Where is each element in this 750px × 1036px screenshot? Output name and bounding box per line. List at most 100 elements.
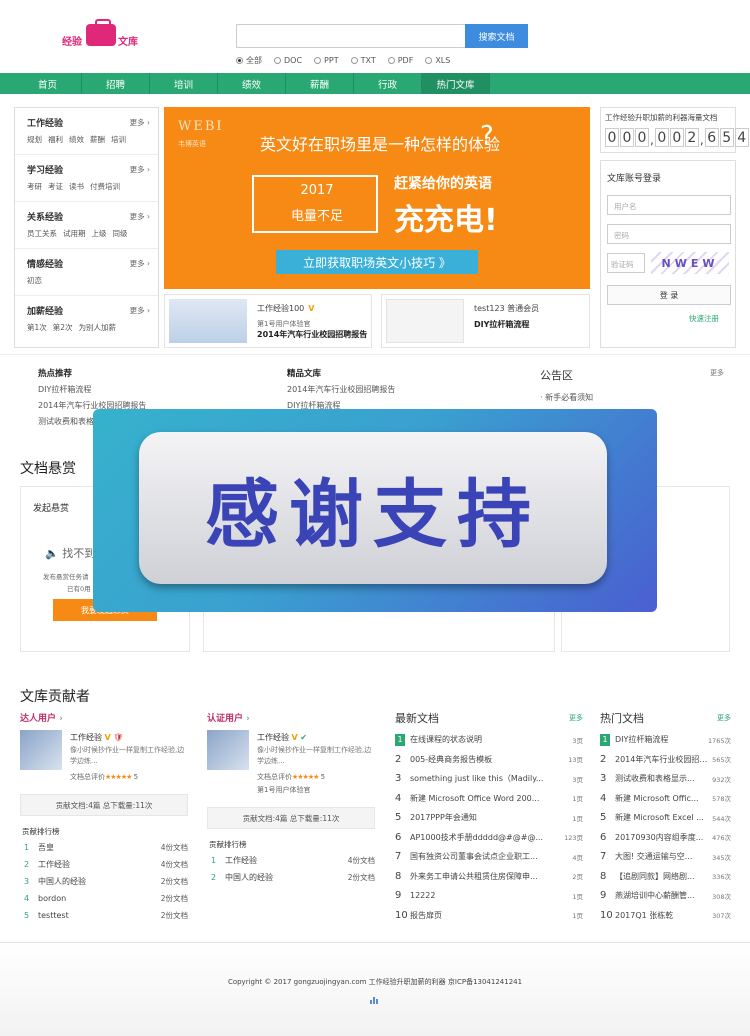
doc-link[interactable]: DIY拉杆箱流程 — [38, 384, 146, 395]
radio-txt[interactable]: TXT — [350, 55, 376, 66]
doc-row[interactable]: 1 在线课程的状态说明 3页 — [395, 730, 583, 750]
bounty-note: 发布悬赏任务请 — [43, 573, 89, 581]
search-button[interactable]: 搜索文档 — [465, 24, 528, 48]
category-link[interactable]: 同级 — [113, 228, 128, 239]
category-link[interactable]: 福利 — [48, 134, 63, 145]
doc-row[interactable]: 7 国有独资公司董事会试点企业职工... 4页 — [395, 847, 583, 867]
doc-title[interactable]: 2014年汽车行业校园招聘报告 — [257, 329, 367, 340]
more-link[interactable]: 更多 › — [130, 164, 150, 175]
banner-cta-button[interactable]: 立即获取职场英文小技巧 》 — [276, 250, 478, 274]
doc-thumbnail — [169, 299, 247, 343]
doc-link[interactable]: 2014年汽车行业校园招聘报告 — [287, 384, 395, 395]
counter-digit: 5 — [719, 128, 734, 147]
category-link[interactable]: 规划 — [27, 134, 42, 145]
doc-row[interactable]: 6 20170930内容组季度... 476次 — [600, 828, 731, 848]
nav-salary[interactable]: 薪酬 — [286, 73, 354, 94]
user-name[interactable]: 工作经验 — [257, 733, 289, 742]
banner-year: 2017 — [300, 183, 334, 198]
category-link[interactable]: 员工关系 — [27, 228, 57, 239]
radio-xls[interactable]: XLS — [425, 55, 450, 66]
rank-row[interactable]: 5 testtest 2份文档 — [24, 907, 188, 924]
notice-link[interactable]: · 新手必看须知 — [540, 392, 593, 403]
rank-row[interactable]: 4 bordon 2份文档 — [24, 890, 188, 907]
doc-row[interactable]: 2 005-经典商务报告模板 13页 — [395, 750, 583, 770]
doc-row[interactable]: 5 2017PPP年会通知 1页 — [395, 808, 583, 828]
more-link[interactable]: 更多 › — [130, 305, 150, 316]
expert-users-link[interactable]: 达人用户 › — [20, 711, 63, 724]
category-link[interactable]: 考研 — [27, 181, 42, 192]
more-link[interactable]: 更多 — [717, 713, 731, 723]
nav-hot-library[interactable]: 热门文库 — [422, 73, 490, 94]
doc-row[interactable]: 6 AP1000技术手册ddddd@#@#@... 123页 — [395, 828, 583, 848]
rank-row[interactable]: 1 吾皇 4份文档 — [24, 839, 188, 856]
category-link[interactable]: 第2次 — [53, 322, 73, 333]
doc-row[interactable]: 5 新建 Microsoft Excel ... 544次 — [600, 808, 731, 828]
doc-row[interactable]: 10 2017Q1 张栋乾 307次 — [600, 906, 731, 926]
rank-row[interactable]: 2 中国人的经验 2份文档 — [211, 869, 375, 886]
username-field[interactable]: 用户名 — [607, 195, 731, 215]
doc-row[interactable]: 9 12222 1页 — [395, 886, 583, 906]
rank-row[interactable]: 1 工作经验 4份文档 — [211, 852, 375, 869]
doc-row[interactable]: 8 【追剧同款】网络剧... 336次 — [600, 867, 731, 887]
password-field[interactable]: 密码 — [607, 224, 731, 244]
doc-row[interactable]: 1 DIY拉杆箱流程 1765次 — [600, 730, 731, 750]
bounty-note: 已有0用 — [67, 585, 91, 593]
category-link[interactable]: 初恋 — [27, 275, 42, 286]
nav-training[interactable]: 培训 — [150, 73, 218, 94]
category-link[interactable]: 培训 — [111, 134, 126, 145]
login-button[interactable]: 登 录 — [607, 285, 731, 305]
category-link[interactable]: 第1次 — [27, 322, 47, 333]
radio-ppt[interactable]: PPT — [314, 55, 339, 66]
doc-row[interactable]: 10 报告扉页 1页 — [395, 906, 583, 926]
featured-doc[interactable]: test123 普通会员 DIY拉杆箱流程 — [381, 294, 590, 348]
captcha-field[interactable]: 验证码 — [607, 253, 645, 273]
doc-row[interactable]: 22014年汽车行业校园招聘报告565次 — [600, 750, 731, 770]
notice-more-link[interactable]: 更多 — [710, 368, 724, 378]
category-link[interactable]: 付费培训 — [90, 181, 120, 192]
nav-admin[interactable]: 行政 — [354, 73, 422, 94]
more-link[interactable]: 更多 — [569, 713, 583, 723]
doc-row[interactable]: 3 测试收费和表格显示... 932次 — [600, 769, 731, 789]
category-link[interactable]: 薪酬 — [90, 134, 105, 145]
avatar[interactable] — [207, 730, 249, 770]
radio-doc[interactable]: DOC — [274, 55, 302, 66]
doc-author[interactable]: 工作经验100 — [257, 304, 304, 313]
doc-row[interactable]: 7 大图! 交通运输与空... 345次 — [600, 847, 731, 867]
doc-row[interactable]: 4 新建 Microsoft Office Word 200... 1页 — [395, 789, 583, 809]
nav-recruit[interactable]: 招聘 — [82, 73, 150, 94]
category-link[interactable]: 为别人加薪 — [79, 322, 117, 333]
category-link[interactable]: 上级 — [92, 228, 107, 239]
search-input[interactable] — [236, 24, 466, 48]
user-name[interactable]: 工作经验 — [70, 733, 102, 742]
category-link[interactable]: 绩效 — [69, 134, 84, 145]
category-link[interactable]: 试用期 — [63, 228, 86, 239]
radio-all[interactable]: 全部 — [236, 55, 262, 66]
stats-chart-icon[interactable] — [370, 995, 379, 1004]
doc-author[interactable]: test123 普通会员 — [474, 303, 539, 314]
site-logo[interactable]: 经验 文库 — [62, 19, 142, 50]
radio-pdf[interactable]: PDF — [387, 55, 413, 66]
certified-users-link[interactable]: 认证用户 › — [207, 711, 250, 724]
promo-banner[interactable]: WEBI 韦博英语 英文好在职场里是一种怎样的体验 ? 2017 电量不足 赶紧… — [164, 107, 590, 289]
rank-row[interactable]: 3 中国人的经验 2份文档 — [24, 873, 188, 890]
featured-doc[interactable]: 工作经验100 V 第1号用户体验官 2014年汽车行业校园招聘报告 — [164, 294, 372, 348]
register-link[interactable]: 快速注册 — [689, 313, 719, 324]
rank-row[interactable]: 2 工作经验 4份文档 — [24, 856, 188, 873]
captcha-image[interactable]: NWEW — [651, 252, 729, 274]
avatar[interactable] — [20, 730, 62, 770]
section-title: 公告区 — [540, 369, 573, 382]
doc-title[interactable]: DIY拉杆箱流程 — [474, 319, 529, 330]
doc-row[interactable]: 3 something just like this（Madily... 3页 — [395, 769, 583, 789]
doc-row[interactable]: 9 燕湖培训中心薪酬管... 308次 — [600, 886, 731, 906]
doc-row[interactable]: 4 新建 Microsoft Offic... 578次 — [600, 789, 731, 809]
more-link[interactable]: 更多 › — [130, 117, 150, 128]
more-link[interactable]: 更多 › — [130, 258, 150, 269]
nav-home[interactable]: 首页 — [14, 73, 82, 94]
nav-performance[interactable]: 绩效 — [218, 73, 286, 94]
doc-row[interactable]: 8 外来务工申请公共租赁住房保障申... 2页 — [395, 867, 583, 887]
category-link[interactable]: 读书 — [69, 181, 84, 192]
counter-digit: 0 — [635, 128, 649, 147]
more-link[interactable]: 更多 › — [130, 211, 150, 222]
category-link[interactable]: 考证 — [48, 181, 63, 192]
score-value: 5 — [133, 773, 139, 781]
